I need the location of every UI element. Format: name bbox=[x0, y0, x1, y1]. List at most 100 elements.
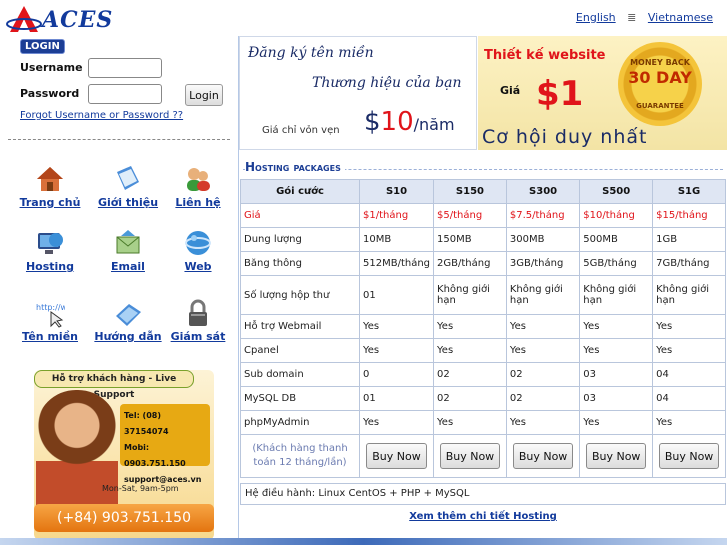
table-cell: 02 bbox=[433, 386, 507, 411]
table-cell: $7.5/tháng bbox=[505, 203, 581, 228]
table-cell: Yes bbox=[652, 410, 726, 435]
table-cell: 150MB bbox=[433, 227, 507, 252]
table-row: phpMyAdmin Yes Yes Yes Yes Yes bbox=[240, 410, 726, 435]
table-cell: 02 bbox=[505, 386, 581, 411]
nav-domain[interactable]: http://www Tên miền bbox=[16, 298, 84, 343]
table-row: Cpanel Yes Yes Yes Yes Yes bbox=[240, 338, 726, 363]
table-cell: 02 bbox=[505, 362, 581, 387]
hosting-packages-title: Hosting packages bbox=[245, 160, 345, 174]
web-banner-title: Thiết kế website bbox=[484, 48, 606, 63]
table-cell: Yes bbox=[579, 314, 654, 339]
buy-row: (Khách hàng thanh toán 12 tháng/lần) Buy … bbox=[240, 434, 726, 478]
column-header: Gói cước bbox=[240, 179, 360, 204]
table-cell: $15/tháng bbox=[652, 203, 726, 228]
table-cell: Yes bbox=[433, 338, 507, 363]
table-cell: Không giới hạn bbox=[652, 275, 726, 315]
nav-domain-label: Tên miền bbox=[21, 330, 78, 343]
login-button[interactable]: Login bbox=[185, 84, 223, 106]
nav-web[interactable]: Web bbox=[164, 228, 232, 273]
live-support-box: Hỗ trợ khách hàng - Live Support Tel: (0… bbox=[34, 370, 214, 540]
table-cell: 1GB bbox=[652, 227, 726, 252]
table-cell: 7GB/tháng bbox=[652, 251, 726, 276]
payment-note: (Khách hàng thanh toán 12 tháng/lần) bbox=[240, 434, 360, 478]
table-cell: Yes bbox=[505, 314, 581, 339]
main-content: Đăng ký tên miền Thương hiệu của bạn Giá… bbox=[239, 36, 727, 545]
support-tel: Tel: (08) 37154074 bbox=[124, 411, 169, 436]
table-cell: 500MB bbox=[579, 227, 654, 252]
monitor-globe-icon bbox=[38, 233, 63, 254]
row-label: Sub domain bbox=[240, 362, 360, 387]
table-cell: 01 bbox=[358, 275, 435, 315]
more-hosting-link[interactable]: Xem thêm chi tiết Hosting bbox=[409, 511, 557, 522]
table-cell: 5GB/tháng bbox=[579, 251, 654, 276]
lang-vietnamese-link[interactable]: Vietnamese bbox=[648, 11, 713, 24]
table-header-row: Gói cước S10 S150 S300 S500 S1G bbox=[240, 179, 726, 204]
guide-book-icon bbox=[116, 304, 141, 326]
password-input[interactable] bbox=[88, 84, 162, 104]
logo-text: ACES bbox=[42, 7, 114, 33]
buy-cell: Buy Now bbox=[433, 434, 507, 478]
table-row: Hỗ trợ Webmail Yes Yes Yes Yes Yes bbox=[240, 314, 726, 339]
buy-now-button[interactable]: Buy Now bbox=[658, 443, 720, 469]
table-cell: 02 bbox=[433, 362, 507, 387]
nav-about[interactable]: Giới thiệu bbox=[94, 164, 162, 209]
buy-cell: Buy Now bbox=[579, 434, 654, 478]
column-header: S150 bbox=[433, 179, 507, 204]
table-cell: Không giới hạn bbox=[579, 275, 654, 315]
left-sidebar: LOGIN Username Password Login Forgot Use… bbox=[0, 36, 239, 545]
table-cell: 01 bbox=[358, 386, 435, 411]
buy-now-button[interactable]: Buy Now bbox=[439, 443, 501, 469]
nav-home-label: Trang chủ bbox=[19, 196, 81, 209]
nav-home[interactable]: Trang chủ bbox=[16, 164, 84, 209]
table-cell: Yes bbox=[505, 338, 581, 363]
nav-hosting-label: Hosting bbox=[25, 260, 75, 273]
nav-contact[interactable]: Liên hệ bbox=[164, 164, 232, 209]
buy-now-button[interactable]: Buy Now bbox=[585, 443, 647, 469]
domain-banner-price-label: Giá chỉ vỏn vẹn bbox=[262, 125, 340, 136]
domain-banner[interactable]: Đăng ký tên miền Thương hiệu của bạn Giá… bbox=[239, 36, 477, 150]
nav-hosting[interactable]: Hosting bbox=[16, 228, 84, 273]
row-label: Dung lượng bbox=[240, 227, 360, 252]
lang-english-link[interactable]: English bbox=[576, 11, 616, 24]
home-icon bbox=[37, 167, 63, 191]
nav-guide[interactable]: Hướng dẫn bbox=[94, 298, 162, 343]
forgot-password-link[interactable]: Forgot Username or Password ?? bbox=[20, 110, 183, 121]
table-row: Dung lượng 10MB 150MB 300MB 500MB 1GB bbox=[240, 227, 726, 252]
table-cell: 3GB/tháng bbox=[505, 251, 581, 276]
buy-now-button[interactable]: Buy Now bbox=[512, 443, 574, 469]
nav-email[interactable]: Email bbox=[94, 228, 162, 273]
login-badge: LOGIN bbox=[20, 39, 65, 54]
aces-logo[interactable]: ACES bbox=[6, 4, 112, 34]
username-input[interactable] bbox=[88, 58, 162, 78]
table-cell: $5/tháng bbox=[433, 203, 507, 228]
nav-monitor-label: Giám sát bbox=[170, 330, 226, 343]
table-row: MySQL DB 01 02 02 03 04 bbox=[240, 386, 726, 411]
buy-cell: Buy Now bbox=[358, 434, 435, 478]
table-row: Băng thông 512MB/tháng 2GB/tháng 3GB/tháng 5… bbox=[240, 251, 726, 276]
domain-banner-price: $10/năm bbox=[364, 107, 455, 137]
email-icon bbox=[116, 230, 140, 254]
domain-banner-line2: Thương hiệu của bạn bbox=[312, 75, 462, 91]
support-contact-box: Tel: (08) 37154074 Mobi: 0903.751.150 su… bbox=[120, 404, 210, 484]
table-cell: Yes bbox=[358, 314, 435, 339]
buy-now-button[interactable]: Buy Now bbox=[366, 443, 427, 469]
table-cell: 10MB bbox=[358, 227, 435, 252]
money-back-seal-icon: MONEY BACK 30 DAY GUARANTEE bbox=[618, 42, 702, 126]
table-cell: $10/tháng bbox=[579, 203, 654, 228]
table-cell: 04 bbox=[652, 362, 726, 387]
support-title: Hỗ trợ khách hàng - Live Support bbox=[34, 370, 194, 400]
table-cell: Yes bbox=[652, 314, 726, 339]
table-cell: 512MB/tháng bbox=[358, 251, 435, 276]
lang-separator: ≣ bbox=[627, 11, 637, 24]
web-design-banner[interactable]: Thiết kế website Giá $1 MONEY BACK 30 DA… bbox=[478, 36, 727, 150]
row-label: MySQL DB bbox=[240, 386, 360, 411]
nav-contact-label: Liên hệ bbox=[175, 196, 221, 209]
row-label: Số lượng hộp thư bbox=[240, 275, 360, 315]
column-header: S10 bbox=[358, 179, 435, 204]
table-row: Số lượng hộp thư 01 Không giới hạn Không gi… bbox=[240, 275, 726, 315]
row-label: phpMyAdmin bbox=[240, 410, 360, 435]
nav-monitor[interactable]: Giám sát bbox=[164, 298, 232, 343]
password-label: Password bbox=[20, 87, 80, 100]
support-phone[interactable]: (+84) 903.751.150 bbox=[34, 504, 214, 532]
table-cell: 03 bbox=[579, 362, 654, 387]
